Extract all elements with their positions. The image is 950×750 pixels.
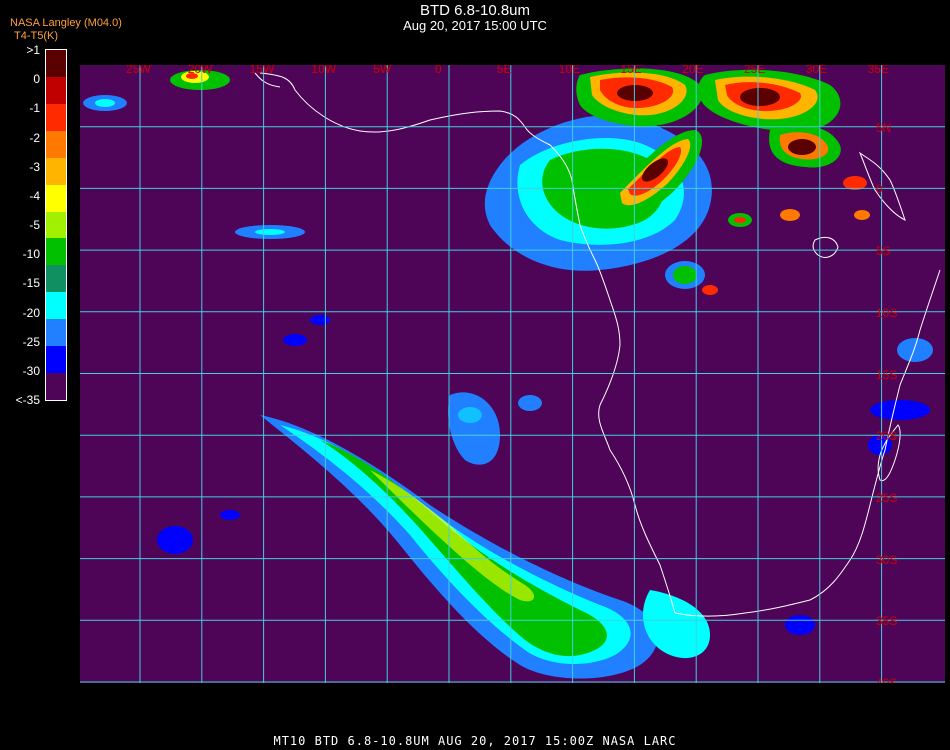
cloud-patch — [854, 210, 870, 220]
colorbar-segment — [46, 238, 66, 266]
map-canvas — [80, 65, 945, 683]
lon-label: 15W — [249, 65, 275, 76]
cloud-patch — [702, 285, 718, 295]
lat-label: 20S — [876, 429, 898, 444]
lat-label: 5S — [876, 244, 891, 259]
colorbar-tick-label: -10 — [22, 247, 40, 262]
lat-label: 40S — [876, 676, 898, 683]
page-subtitle: Aug 20, 2017 15:00 UTC — [403, 18, 547, 33]
colorbar-segment — [46, 184, 66, 213]
lat-label: 35S — [876, 614, 898, 629]
lon-label: 20E — [682, 65, 704, 76]
lat-label: 15S — [876, 367, 898, 382]
lat-label: 25S — [876, 490, 898, 505]
cloud-patch — [734, 217, 746, 223]
cloud-patch — [310, 315, 330, 325]
colorbar-segment — [46, 130, 66, 159]
lon-label: 20W — [187, 65, 213, 76]
colorbar-tick-label: -30 — [22, 363, 40, 378]
colorbar-segment — [46, 319, 66, 347]
org-label: NASA Langley (M04.0) — [10, 17, 122, 29]
colorbar-tick-label: -5 — [29, 218, 40, 232]
lon-label: 25E — [744, 65, 766, 76]
coastline-path — [674, 269, 941, 617]
cloud-patch — [157, 526, 193, 554]
cloud-patch — [785, 615, 815, 635]
lat-label: 5N — [876, 120, 892, 135]
colorbar-tick-label: <-35 — [15, 393, 40, 407]
lon-label: 15E — [620, 65, 642, 76]
colorbar-segment — [46, 265, 66, 293]
colorbar-segment — [46, 76, 66, 105]
cloud-patch — [95, 99, 115, 107]
footer-caption: MT10 BTD 6.8-10.8UM AUG 20, 2017 15:00Z … — [273, 734, 677, 748]
colorbar-tick-label: -15 — [22, 276, 40, 291]
cloud-patch — [870, 400, 930, 420]
colorbar-segment — [46, 292, 66, 320]
lat-label: 10S — [876, 305, 898, 320]
colorbar-segment — [46, 103, 66, 132]
map-panel: 25W 20W 15W 10W 5W 0 5E 10E 15E 20E 25E 30E 35E 5N 0 5… — [80, 65, 945, 683]
cloud-patch — [448, 392, 500, 465]
colorbar-label: T4-T5(K) — [14, 30, 58, 42]
lon-label: 10E — [558, 65, 580, 76]
lon-label: 5E — [496, 65, 512, 76]
cloud-patch — [220, 510, 240, 520]
lon-label: 10W — [311, 65, 337, 76]
coastline-path — [812, 236, 839, 258]
colorbar — [45, 49, 67, 401]
page-title: BTD 6.8-10.8um — [419, 2, 531, 19]
lat-label: 30S — [876, 552, 898, 567]
lon-label: 35E — [867, 65, 889, 76]
colorbar-tick-label: -2 — [29, 130, 40, 145]
colorbar-segment — [46, 211, 66, 239]
lon-label: 0 — [435, 65, 442, 76]
lon-label: 5W — [373, 65, 392, 76]
cloud-patch — [518, 395, 542, 411]
cloud-patch — [843, 176, 867, 190]
colorbar-segment — [46, 157, 66, 186]
colorbar-tick-label: -3 — [29, 159, 40, 174]
colorbar-tick-label: 0 — [33, 72, 40, 87]
colorbar-segment — [46, 50, 66, 78]
colorbar-tick-label: >1 — [26, 43, 40, 57]
lat-label: 0 — [876, 182, 883, 197]
cloud-patch — [788, 139, 816, 155]
cloud-patch — [673, 266, 697, 284]
colorbar-tick-label: -4 — [29, 188, 40, 203]
cloud-patch — [617, 85, 653, 101]
cloud-patch — [897, 338, 933, 362]
colorbar-tick-label: -1 — [29, 101, 40, 116]
cloud-patch — [458, 407, 482, 423]
cloud-patch — [780, 209, 800, 221]
colorbar-tick-label: -20 — [22, 305, 40, 320]
colorbar-segment — [46, 373, 66, 401]
lon-label: 30E — [805, 65, 828, 76]
cloud-patch — [255, 229, 285, 235]
colorbar-tick-label: -25 — [22, 334, 40, 349]
colorbar-segment — [46, 346, 66, 374]
cloud-patch — [283, 334, 307, 346]
lon-label: 25W — [126, 65, 151, 76]
cloud-patch — [740, 88, 780, 106]
